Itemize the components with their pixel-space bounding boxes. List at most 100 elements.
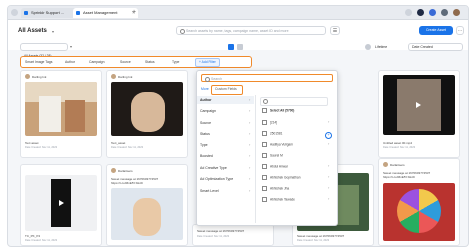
option-item[interactable]: Abhishek Tawade (262, 197, 295, 202)
more-options-button[interactable]: ⋯ (456, 26, 464, 35)
asset-card[interactable]: Darling Ink Text_asset Date Created: Nov… (106, 70, 188, 158)
tab-asset-management[interactable]: Asset Management × (73, 8, 138, 18)
chevron-right-icon: › (249, 165, 251, 170)
chevron-down-icon[interactable]: ▾ (52, 29, 54, 34)
checkbox[interactable] (262, 164, 267, 169)
play-icon[interactable] (416, 102, 421, 108)
filter-category-campaign[interactable]: Campaign (200, 109, 216, 113)
help-icon[interactable] (429, 9, 436, 16)
filter-category-source[interactable]: Source (200, 121, 211, 125)
filter-chip-smart-image-tags[interactable]: Smart Image Tags (25, 59, 52, 65)
card-caption: Sweet message at 1670603774537 (197, 229, 245, 233)
bell-icon[interactable] (405, 9, 412, 16)
checkbox[interactable] (262, 153, 267, 158)
add-filter-button[interactable]: + Add Filter (195, 58, 220, 67)
checkbox[interactable] (262, 142, 267, 147)
filter-search-input[interactable]: Search (201, 74, 333, 82)
sort-select[interactable]: Date Created (408, 43, 463, 51)
page-title: All Assets (18, 28, 47, 34)
tab-sprinklr-support[interactable]: Sprinklr Support ... × (21, 8, 81, 18)
filter-chip-campaign[interactable]: Campaign (89, 59, 104, 65)
asset-thumbnail[interactable] (111, 188, 183, 240)
chevron-right-icon: › (328, 163, 330, 168)
play-icon[interactable] (59, 200, 64, 206)
filter-button[interactable]: ☰ (330, 26, 340, 35)
calendar-icon[interactable] (365, 44, 371, 50)
filter-category-ad-optimization-type[interactable]: Ad Optimization Type (200, 177, 233, 181)
option-label: Abhishek Gopinathan (270, 175, 301, 180)
card-caption: Sweet message at 1670603774537 https://t… (111, 177, 159, 185)
filter-chip-source[interactable]: Source (120, 59, 131, 65)
checkbox[interactable] (262, 131, 267, 136)
option-item[interactable]: [214] (262, 120, 277, 125)
grid-view-icon[interactable] (228, 44, 234, 50)
option-item[interactable]: Abhishek Gopinathan (262, 175, 300, 180)
asset-card[interactable]: Darlartsers Sweet message at 16706037745… (106, 164, 188, 246)
asset-thumbnail[interactable] (25, 175, 97, 231)
search-icon (205, 77, 210, 82)
option-search-input[interactable] (260, 97, 328, 106)
select-all-option[interactable]: Select All (5700) (262, 108, 294, 113)
asset-thumbnail[interactable] (383, 75, 455, 135)
chevron-right-icon: › (249, 120, 251, 125)
card-caption: Sweet message at 1670603774537 https://t… (383, 171, 431, 179)
option-item[interactable]: Abdul Anwar (262, 164, 288, 169)
assets-scope-select[interactable]: All Assets (32 | 28) (20, 43, 68, 58)
filter-chip-type[interactable]: Type (172, 59, 179, 65)
option-item[interactable]: Abhishek Jha (262, 186, 289, 191)
card-caption: Text asset (25, 141, 39, 145)
option-label: [214] (270, 120, 278, 125)
lifetime-select[interactable]: Lifetime (375, 43, 387, 51)
new-tab-button[interactable]: + (132, 8, 136, 17)
chevron-right-icon: › (249, 131, 251, 136)
option-item[interactable]: Saurel M (262, 153, 283, 158)
checkbox[interactable] (262, 108, 267, 113)
card-author: Darlartsers (390, 163, 405, 167)
grid-icon[interactable] (417, 9, 424, 16)
filter-chip-author[interactable]: Author (65, 59, 75, 65)
chevron-right-icon: › (249, 176, 251, 181)
filter-category-ad-creative-type[interactable]: Ad Creative Type (200, 166, 227, 170)
tab-more[interactable]: More (201, 87, 209, 91)
filter-category-boosted[interactable]: Boosted (200, 154, 213, 158)
option-item[interactable]: Aaditya Vuligam (262, 142, 293, 147)
search-placeholder: Search assets by name, tags, campaign na… (186, 29, 289, 33)
search-input[interactable]: Search assets by name, tags, campaign na… (176, 26, 326, 35)
checkbox[interactable] (262, 186, 267, 191)
option-label: Saurel M (270, 153, 283, 158)
asset-card[interactable]: Darlartsers Sweet message at 16706037745… (378, 158, 460, 246)
card-date: Date Created: Nov 11, 2023 (25, 146, 58, 149)
checkbox[interactable] (262, 175, 267, 180)
card-date: Date Created: Nov 11, 2023 (111, 146, 144, 149)
asset-thumbnail[interactable] (25, 82, 97, 136)
chevron-down-icon[interactable]: ▾ (70, 44, 72, 49)
chevron-right-icon: › (249, 97, 251, 102)
card-caption: TC_PK_P4 (25, 234, 41, 238)
checkbox[interactable] (262, 120, 267, 125)
asset-card[interactable]: Sweet message at 1670603774537 Date Crea… (192, 224, 274, 246)
asset-card[interactable]: Darling Ink Text asset Date Created: Nov… (20, 70, 102, 158)
settings-icon[interactable] (441, 9, 448, 16)
asset-card[interactable]: Untitled asset 00.mp4 Date Created: Nov … (378, 70, 460, 158)
option-label: Abdul Anwar (270, 164, 288, 169)
list-view-icon[interactable] (237, 44, 243, 50)
browser-menu-icon[interactable] (11, 9, 18, 16)
avatar (111, 74, 116, 79)
option-item[interactable]: 2501581 (262, 131, 282, 136)
chevron-right-icon: › (328, 185, 330, 190)
filter-category-author[interactable]: Author (200, 98, 211, 102)
checkbox[interactable] (262, 197, 267, 202)
filter-category-type[interactable]: Type (200, 143, 208, 147)
asset-thumbnail[interactable] (111, 82, 183, 136)
avatar (383, 162, 388, 167)
filter-chip-status[interactable]: Status (145, 59, 155, 65)
tab-custom-fields[interactable]: Custom Fields (215, 87, 237, 91)
add-option-button[interactable]: + (325, 132, 332, 139)
asset-card[interactable]: TC_PK_P4 Date Created: Nov 11, 2023 (20, 164, 102, 246)
create-asset-button[interactable]: Create Asset (419, 26, 453, 35)
filter-category-status[interactable]: Status (200, 132, 210, 136)
avatar[interactable] (453, 9, 460, 16)
asset-thumbnail[interactable] (383, 183, 455, 241)
option-label: Abhishek Jha (270, 186, 290, 191)
filter-category-smart-level[interactable]: Smart Level (200, 189, 219, 193)
